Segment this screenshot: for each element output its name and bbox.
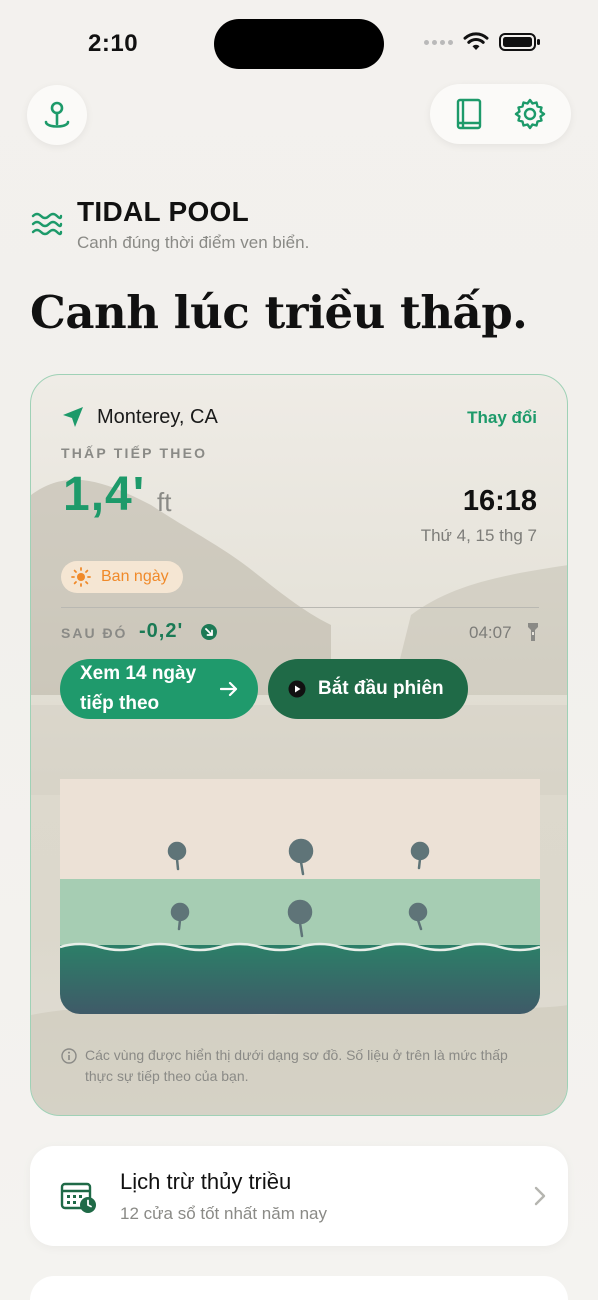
info-icon: [61, 1048, 77, 1064]
map-pin-icon: [44, 101, 70, 128]
next-low-label: THẤP TIẾP THEO: [61, 445, 208, 461]
map-pin-button[interactable]: [27, 85, 87, 145]
change-location-link[interactable]: Thay đổi: [467, 408, 537, 428]
after-time: 04:07: [469, 623, 512, 642]
calendar-clock-icon: [60, 1182, 96, 1213]
calendar-title: Lịch trừ thủy triều: [120, 1169, 292, 1194]
dynamic-island: [214, 19, 384, 69]
after-value: -0,2': [139, 620, 184, 642]
waves-icon: [31, 212, 63, 236]
flashlight-icon: [528, 623, 538, 641]
location-name: Monterey, CA: [97, 405, 218, 428]
divider: [61, 607, 539, 608]
height-unit: ft: [157, 487, 172, 517]
gear-icon[interactable]: [513, 97, 547, 131]
daylight-label: Ban ngày: [101, 568, 169, 585]
sun-icon: [71, 567, 91, 587]
status-time: 2:10: [88, 30, 139, 57]
brand-subtitle: Canh đúng thời điểm ven biển.: [77, 233, 310, 252]
arrow-right-icon: [220, 681, 238, 697]
location-row: Monterey, CA: [61, 405, 218, 429]
upper-zone: [60, 779, 540, 879]
after-label: SAU ĐÓ: [61, 625, 128, 641]
status-icons: [424, 32, 541, 52]
start-session-button[interactable]: Bắt đầu phiên: [268, 659, 468, 719]
daylight-badge: Ban ngày: [61, 561, 183, 593]
page-title: Canh lúc triều thấp.: [30, 286, 528, 339]
top-actions: [430, 84, 571, 144]
wifi-icon: [463, 32, 489, 50]
next-low-date: Thứ 4, 15 thg 7: [420, 526, 537, 545]
chevron-right-icon: [534, 1186, 546, 1206]
brand-title: TIDAL POOL: [77, 196, 250, 227]
battery-icon: [499, 33, 540, 51]
next-list-card[interactable]: [30, 1276, 568, 1300]
calendar-subtitle: 12 cửa sổ tốt nhất năm nay: [120, 1204, 328, 1223]
arrow-down-right-icon: [201, 624, 217, 640]
view-14-days-label: Xem 14 ngày tiếp theo: [80, 663, 197, 714]
tide-zone-diagram: [60, 779, 540, 1014]
lower-zone: [60, 945, 540, 1014]
view-14-days-button[interactable]: Xem 14 ngày tiếp theo: [60, 659, 258, 719]
next-low-height: 1,4': [63, 468, 146, 521]
location-arrow-icon: [63, 407, 83, 427]
tide-card: Monterey, CA Thay đổi THẤP TIẾP THEO 1,4…: [30, 374, 568, 1116]
info-note: Các vùng được hiển thị dưới dạng sơ đồ. …: [61, 1045, 539, 1087]
cellular-signal-icon: [424, 39, 453, 45]
start-session-label: Bắt đầu phiên: [318, 678, 444, 699]
play-circle-icon: [288, 680, 306, 698]
next-low-time: 16:18: [462, 485, 537, 517]
book-icon[interactable]: [454, 97, 484, 131]
info-text: Các vùng được hiển thị dưới dạng sơ đồ. …: [85, 1047, 508, 1084]
tide-calendar-row[interactable]: Lịch trừ thủy triều 12 cửa sổ tốt nhất n…: [30, 1146, 568, 1246]
